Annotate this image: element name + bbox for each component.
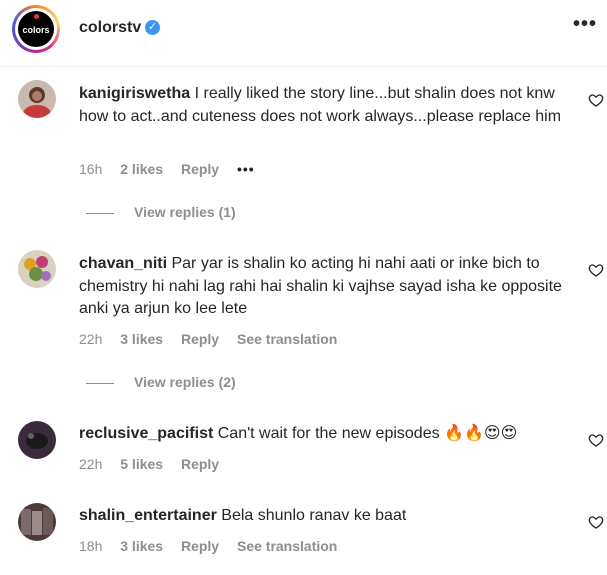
view-replies-line [86, 382, 114, 384]
see-translation-button[interactable]: See translation [237, 538, 337, 554]
see-translation-button[interactable]: See translation [237, 331, 337, 347]
commenter-avatar[interactable] [18, 250, 56, 288]
comment-text-block: shalin_entertainer Bela shunlo ranav ke … [79, 505, 569, 528]
reply-button[interactable]: Reply [181, 456, 219, 472]
comment-likes[interactable]: 3 likes [120, 538, 163, 554]
commenter-avatar[interactable] [18, 503, 56, 541]
comment-meta: 22h 5 likes Reply [79, 456, 233, 472]
comment-text-block: chavan_niti Par yar is shalin ko acting … [79, 253, 569, 321]
view-replies-button[interactable]: View replies (2) [86, 374, 236, 390]
comment-username[interactable]: chavan_niti [79, 255, 167, 272]
avatar-image [18, 421, 56, 459]
reply-button[interactable]: Reply [181, 538, 219, 554]
avatar-image [18, 250, 56, 288]
comment-username[interactable]: kanigiriswetha [79, 85, 190, 102]
comment-text-block: reclusive_pacifist Can't wait for the ne… [79, 423, 569, 446]
comment-username[interactable]: shalin_entertainer [79, 507, 217, 524]
reply-button[interactable]: Reply [181, 331, 219, 347]
post-header: colors colorstv ✓ ••• [0, 0, 607, 62]
verified-badge-icon: ✓ [145, 20, 160, 35]
comment-time[interactable]: 22h [79, 331, 102, 347]
view-replies-label: View replies (2) [134, 374, 236, 390]
account-handle[interactable]: colorstv [79, 19, 141, 37]
view-replies-button[interactable]: View replies (1) [86, 204, 236, 220]
heart-outline-icon[interactable] [588, 92, 604, 108]
reply-button[interactable]: Reply [181, 161, 219, 177]
avatar-image [18, 503, 56, 541]
comment-time[interactable]: 18h [79, 538, 102, 554]
view-replies-label: View replies (1) [134, 204, 236, 220]
comment-meta: 18h 3 likes Reply See translation [79, 538, 351, 554]
logo-dot [34, 14, 39, 19]
heart-outline-icon[interactable] [588, 432, 604, 448]
header-divider [0, 66, 607, 67]
comment-likes[interactable]: 3 likes [120, 331, 163, 347]
account-avatar[interactable]: colors [12, 5, 60, 53]
comment-options-button[interactable]: ••• [237, 161, 255, 177]
view-replies-line [86, 212, 114, 214]
comment-time[interactable]: 16h [79, 161, 102, 177]
comment-text: Bela shunlo ranav ke baat [221, 507, 407, 524]
comment-meta: 22h 3 likes Reply See translation [79, 331, 351, 347]
commenter-avatar[interactable] [18, 80, 56, 118]
comment-username[interactable]: reclusive_pacifist [79, 425, 213, 442]
heart-outline-icon[interactable] [588, 262, 604, 278]
comment-text-block: kanigiriswetha I really liked the story … [79, 83, 569, 128]
comment-meta: 16h 2 likes Reply ••• [79, 161, 269, 177]
comment-likes[interactable]: 5 likes [120, 456, 163, 472]
commenter-avatar[interactable] [18, 421, 56, 459]
comment-emojis: 🔥🔥😍😍 [444, 425, 518, 442]
more-options-button[interactable]: ••• [573, 13, 597, 36]
heart-outline-icon[interactable] [588, 514, 604, 530]
avatar-image [18, 80, 56, 118]
comment-time[interactable]: 22h [79, 456, 102, 472]
comment-text: Can't wait for the new episodes [217, 425, 440, 442]
comment-likes[interactable]: 2 likes [120, 161, 163, 177]
